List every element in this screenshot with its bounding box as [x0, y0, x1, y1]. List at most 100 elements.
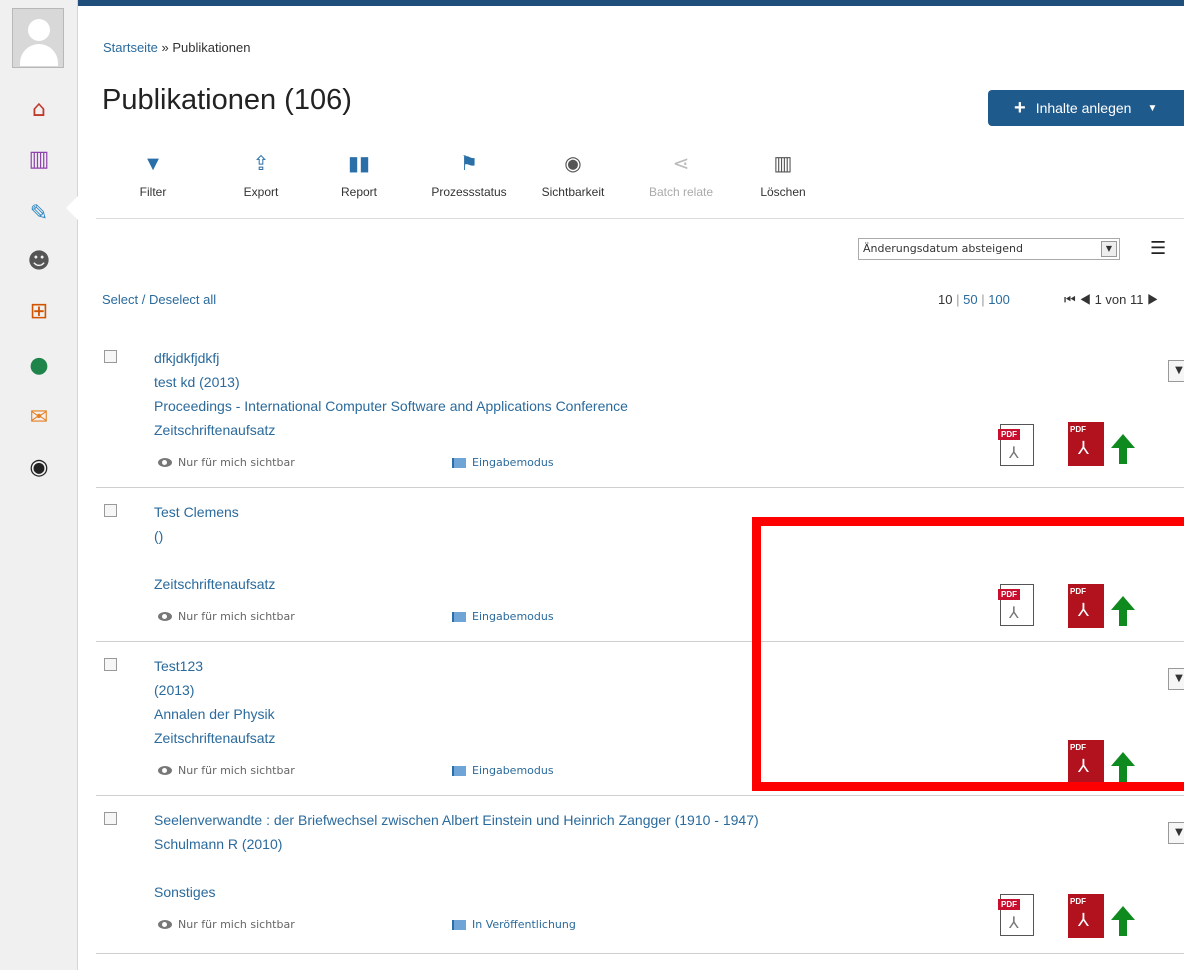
export-button[interactable]: ⇪ Export [216, 151, 306, 199]
list-view-icon[interactable]: ☰ [1150, 238, 1166, 259]
plus-icon: + [1014, 96, 1026, 119]
sort-select[interactable]: Änderungsdatum absteigend ▼ [858, 238, 1120, 260]
item-type[interactable]: Zeitschriftenaufsatz [154, 576, 275, 592]
item-title[interactable]: Test Clemens [154, 504, 239, 520]
first-page-icon[interactable]: ⏮ [1064, 292, 1076, 307]
eye-icon [158, 766, 172, 775]
view-toggle[interactable]: ☰ [1150, 238, 1166, 259]
next-page-icon[interactable]: ▶ [1147, 292, 1159, 307]
upload-arrow-icon [1111, 434, 1135, 448]
filter-button[interactable]: ▼ Filter [108, 151, 198, 199]
flag-icon [452, 765, 466, 776]
main-content: Startseite » Publikationen Publikationen… [78, 6, 1184, 970]
add-content-label: Inhalte anlegen [1035, 100, 1132, 116]
process-status-button[interactable]: ⚑ Prozessstatus [424, 151, 514, 199]
delete-label: Löschen [760, 185, 806, 199]
batch-relate-button[interactable]: ⋖ Batch relate [636, 151, 726, 199]
breadcrumb: Startseite » Publikationen [103, 40, 250, 55]
pdf-icon[interactable]: PDF ⅄ [998, 894, 1034, 936]
avatar[interactable] [12, 8, 64, 68]
eye-icon [158, 458, 172, 467]
sort-selected-value: Änderungsdatum absteigend [863, 242, 1023, 255]
report-button[interactable]: ▮▮ Report [314, 151, 404, 199]
pdf-upload-icon[interactable]: PDF ⅄ [1068, 422, 1104, 466]
item-venue[interactable]: Proceedings - International Computer Sof… [154, 398, 628, 414]
item-author-year[interactable]: Schulmann R (2010) [154, 836, 282, 852]
prev-page-icon[interactable]: ◀ [1079, 292, 1091, 307]
breadcrumb-current: Publikationen [172, 40, 251, 55]
flag-icon [452, 611, 466, 622]
item-type[interactable]: Zeitschriftenaufsatz [154, 422, 275, 438]
breadcrumb-separator: » [157, 40, 173, 55]
item-author-year[interactable]: test kd (2013) [154, 374, 240, 390]
item-status[interactable]: Eingabemodus [452, 456, 554, 469]
visibility-button[interactable]: ◉ Sichtbarkeit [528, 151, 618, 199]
item-author-year[interactable]: (2013) [154, 682, 194, 698]
globe-icon[interactable]: ● [25, 352, 53, 380]
item-status[interactable]: In Veröffentlichung [452, 918, 576, 931]
list-item: dfkjdkfjdkfj test kd (2013) Proceedings … [96, 346, 1184, 488]
item-visibility: Nur für mich sichtbar [158, 764, 295, 777]
highlight-annotation-box [752, 517, 1184, 791]
flag-icon [452, 457, 466, 468]
sidebar: ⌂ ▥ ✎ ☻ ⊞ ● ✉ ◉ [0, 0, 78, 970]
item-venue[interactable]: Annalen der Physik [154, 706, 275, 722]
divider [96, 218, 1184, 219]
per-page-100[interactable]: 100 [988, 292, 1010, 307]
flag-icon [452, 919, 466, 930]
chat-icon[interactable]: ✉ [25, 404, 53, 432]
item-visibility: Nur für mich sichtbar [158, 918, 295, 931]
list-item: Seelenverwandte : der Briefwechsel zwisc… [96, 808, 1184, 954]
publications-icon[interactable]: ✎ [25, 200, 53, 228]
active-indicator [66, 196, 78, 220]
eye-icon: ◉ [564, 153, 582, 175]
per-page-50[interactable]: 50 [963, 292, 977, 307]
batch-relate-label: Batch relate [648, 185, 714, 199]
books-icon[interactable]: ▥ [25, 146, 53, 174]
relate-icon: ⋖ [672, 153, 690, 175]
delete-button[interactable]: ▥ Löschen [738, 151, 828, 199]
eye-icon [158, 612, 172, 621]
item-checkbox[interactable] [104, 350, 117, 363]
visibility-label: Sichtbarkeit [541, 185, 605, 199]
upload-arrow-icon [1111, 906, 1135, 920]
flag-icon: ⚑ [460, 153, 478, 175]
item-actions-dropdown[interactable]: ▼ [1168, 360, 1184, 382]
page-title: Publikationen (106) [102, 84, 352, 116]
item-checkbox[interactable] [104, 812, 117, 825]
item-actions-dropdown[interactable]: ▼ [1168, 822, 1184, 844]
bar-chart-icon: ▮▮ [347, 153, 370, 175]
breadcrumb-home-link[interactable]: Startseite [103, 40, 158, 55]
per-page-selector: 10 | 50 | 100 [938, 292, 1010, 307]
item-type[interactable]: Zeitschriftenaufsatz [154, 730, 275, 746]
export-icon: ⇪ [252, 153, 270, 175]
eye-icon [158, 920, 172, 929]
dashboard-icon[interactable]: ◉ [25, 454, 53, 482]
export-label: Export [243, 185, 279, 199]
trash-icon: ▥ [773, 153, 793, 175]
add-content-button[interactable]: + Inhalte anlegen ▼ [988, 90, 1184, 126]
per-page-10[interactable]: 10 [938, 292, 952, 307]
item-author-year[interactable]: () [154, 528, 163, 544]
item-checkbox[interactable] [104, 504, 117, 517]
pdf-icon[interactable]: PDF ⅄ [998, 424, 1034, 466]
filter-label: Filter [139, 185, 167, 199]
chevron-down-icon: ▼ [1101, 241, 1117, 257]
item-title[interactable]: Seelenverwandte : der Briefwechsel zwisc… [154, 812, 759, 828]
select-all-link[interactable]: Select / Deselect all [102, 292, 216, 307]
item-status[interactable]: Eingabemodus [452, 764, 554, 777]
item-title[interactable]: dfkjdkfjdkfj [154, 350, 219, 366]
people-icon[interactable]: ☻ [25, 248, 53, 276]
pdf-upload-icon[interactable]: PDF ⅄ [1068, 894, 1104, 938]
item-title[interactable]: Test123 [154, 658, 203, 674]
item-type[interactable]: Sonstiges [154, 884, 215, 900]
page-indicator: 1 von 11 [1094, 292, 1144, 307]
item-status[interactable]: Eingabemodus [452, 610, 554, 623]
item-visibility: Nur für mich sichtbar [158, 456, 295, 469]
home-icon[interactable]: ⌂ [25, 96, 53, 124]
org-chart-icon[interactable]: ⊞ [25, 298, 53, 326]
process-status-label: Prozessstatus [431, 185, 507, 199]
report-label: Report [340, 185, 378, 199]
filter-icon: ▼ [143, 153, 163, 175]
item-checkbox[interactable] [104, 658, 117, 671]
